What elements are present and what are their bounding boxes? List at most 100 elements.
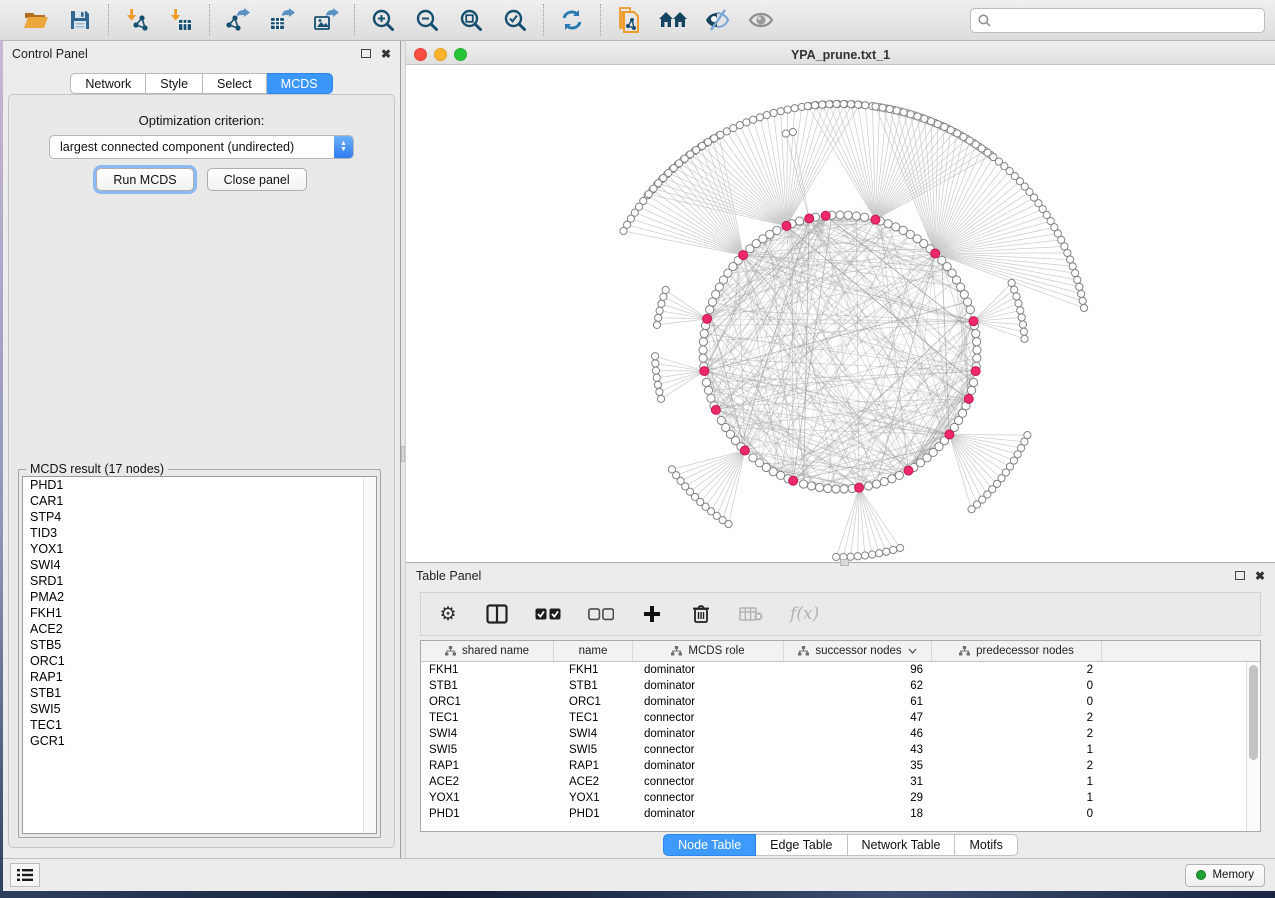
zoom-in-button[interactable] <box>367 4 399 36</box>
table-row[interactable]: YOX1YOX1connector291 <box>421 790 1260 806</box>
network-node[interactable] <box>860 213 868 221</box>
export-image-button[interactable] <box>310 4 342 36</box>
mcds-list-item[interactable]: SWI4 <box>23 557 376 573</box>
global-search-box[interactable] <box>970 8 1265 33</box>
network-node[interactable] <box>717 416 725 424</box>
mcds-list-scrollbar[interactable] <box>363 477 376 833</box>
delete-table-button[interactable] <box>739 602 763 626</box>
refresh-button[interactable] <box>556 4 588 36</box>
tab-node-table[interactable]: Node Table <box>663 834 756 856</box>
show-all-button[interactable] <box>745 4 777 36</box>
save-session-button[interactable] <box>64 4 96 36</box>
select-all-rows-button[interactable] <box>535 602 561 626</box>
leaf-node[interactable] <box>1020 328 1027 335</box>
dominator-node[interactable] <box>945 430 954 439</box>
network-node[interactable] <box>708 298 716 306</box>
export-network-button[interactable] <box>222 4 254 36</box>
dominator-node[interactable] <box>971 367 980 376</box>
network-node[interactable] <box>699 338 707 346</box>
export-table-button[interactable] <box>266 4 298 36</box>
network-node[interactable] <box>702 378 710 386</box>
table-scrollbar-thumb[interactable] <box>1249 665 1258 760</box>
network-node[interactable] <box>840 485 848 493</box>
leaf-node[interactable] <box>652 360 659 367</box>
leaf-node[interactable] <box>668 466 675 473</box>
network-node[interactable] <box>799 480 807 488</box>
tab-mcds[interactable]: MCDS <box>267 73 333 94</box>
table-row[interactable]: SWI5SWI5connector431 <box>421 742 1260 758</box>
column-header-shared-name[interactable]: shared name <box>421 641 554 661</box>
leaf-node[interactable] <box>914 113 921 120</box>
zoom-fit-button[interactable] <box>455 4 487 36</box>
network-node[interactable] <box>844 211 852 219</box>
leaf-node[interactable] <box>651 353 658 360</box>
leaf-node[interactable] <box>1080 304 1087 311</box>
mcds-list-item[interactable]: FKH1 <box>23 605 376 621</box>
leaf-node[interactable] <box>1064 249 1071 256</box>
leaf-node[interactable] <box>811 102 818 109</box>
mcds-list-item[interactable]: TID3 <box>23 525 376 541</box>
network-node[interactable] <box>704 386 712 394</box>
table-row[interactable]: TEC1TEC1connector472 <box>421 710 1260 726</box>
leaf-node[interactable] <box>1015 300 1022 307</box>
network-node[interactable] <box>699 346 707 354</box>
import-network-button[interactable] <box>121 4 153 36</box>
network-node[interactable] <box>895 471 903 479</box>
mcds-list-item[interactable]: PHD1 <box>23 477 376 493</box>
network-node[interactable] <box>872 480 880 488</box>
first-neighbors-button[interactable] <box>657 4 689 36</box>
network-node[interactable] <box>972 330 980 338</box>
network-node[interactable] <box>824 484 832 492</box>
network-node[interactable] <box>884 220 892 228</box>
leaf-node[interactable] <box>1072 269 1079 276</box>
mcds-list-item[interactable]: YOX1 <box>23 541 376 557</box>
dominator-node[interactable] <box>782 221 791 230</box>
network-node[interactable] <box>966 306 974 314</box>
tab-select[interactable]: Select <box>203 73 267 94</box>
leaf-node[interactable] <box>763 111 770 118</box>
network-node[interactable] <box>967 386 975 394</box>
leaf-node[interactable] <box>1021 335 1028 342</box>
leaf-node[interactable] <box>855 101 862 108</box>
table-row[interactable]: FKH1FKH1dominator962 <box>421 662 1260 678</box>
network-node[interactable] <box>880 478 888 486</box>
dominator-node[interactable] <box>700 367 709 376</box>
open-session-button[interactable] <box>20 4 52 36</box>
leaf-node[interactable] <box>1017 307 1024 314</box>
column-layout-button[interactable] <box>486 602 508 626</box>
optimization-criterion-select[interactable]: largest connected component (undirected)… <box>49 135 354 159</box>
maximize-window-icon[interactable] <box>454 48 467 61</box>
leaf-node[interactable] <box>862 102 869 109</box>
network-node[interactable] <box>773 226 781 234</box>
close-table-panel-icon[interactable]: ✖ <box>1255 570 1265 582</box>
mcds-list-item[interactable]: ACE2 <box>23 621 376 637</box>
dominator-node[interactable] <box>703 314 712 323</box>
close-panel-button[interactable]: Close panel <box>207 168 307 191</box>
column-header-successor-nodes[interactable]: successor nodes <box>784 641 932 661</box>
leaf-node[interactable] <box>886 105 893 112</box>
function-builder-button[interactable]: f(x) <box>790 602 819 626</box>
deselect-all-rows-button[interactable] <box>588 602 614 626</box>
table-row[interactable]: STB1STB1dominator620 <box>421 678 1260 694</box>
horizontal-splitter-grip[interactable] <box>840 559 849 566</box>
run-mcds-button[interactable]: Run MCDS <box>96 168 193 191</box>
leaf-node[interactable] <box>662 286 669 293</box>
table-row[interactable]: ACE2ACE2connector311 <box>421 774 1260 790</box>
leaf-node[interactable] <box>1019 321 1026 328</box>
leaf-node[interactable] <box>890 546 897 553</box>
network-node[interactable] <box>973 346 981 354</box>
leaf-node[interactable] <box>826 101 833 108</box>
network-node[interactable] <box>864 482 872 490</box>
leaf-node[interactable] <box>833 100 840 107</box>
leaf-node[interactable] <box>1069 263 1076 270</box>
mcds-list-item[interactable]: STB1 <box>23 685 376 701</box>
leaf-node[interactable] <box>1067 256 1074 263</box>
mcds-list-item[interactable]: SWI5 <box>23 701 376 717</box>
float-table-panel-icon[interactable] <box>1235 570 1245 582</box>
splitter-grip[interactable] <box>401 446 405 462</box>
leaf-node[interactable] <box>652 367 659 374</box>
leaf-node[interactable] <box>804 102 811 109</box>
leaf-node[interactable] <box>840 100 847 107</box>
network-node[interactable] <box>888 475 896 483</box>
leaf-node[interactable] <box>777 108 784 115</box>
